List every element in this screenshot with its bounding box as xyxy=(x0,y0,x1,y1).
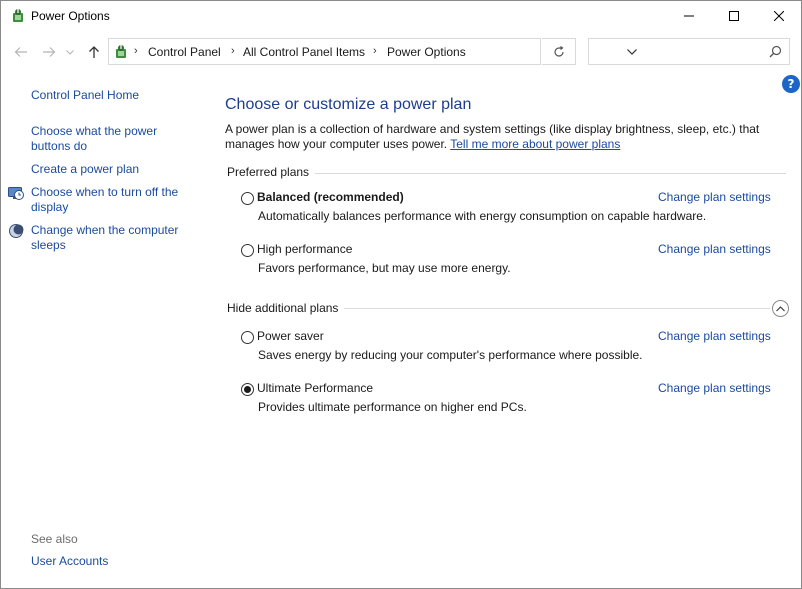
back-button[interactable] xyxy=(11,42,31,62)
sidebar-item-label: buttons do xyxy=(31,139,88,153)
refresh-button[interactable] xyxy=(542,38,576,65)
breadcrumb-power-options[interactable]: Power Options xyxy=(387,45,466,59)
power-options-window: Power Options › Control Panel › All Cont… xyxy=(0,0,802,589)
power-saver-change-settings-link[interactable]: Change plan settings xyxy=(658,329,771,343)
choose-power-buttons-link[interactable]: Choose what the power buttons do xyxy=(31,124,157,154)
forward-button[interactable] xyxy=(39,42,59,62)
control-panel-icon xyxy=(116,45,126,58)
search-icon xyxy=(769,45,782,58)
chevron-up-icon xyxy=(776,305,785,311)
close-button[interactable] xyxy=(756,1,802,31)
description-line: manages how your computer uses power. xyxy=(225,137,448,151)
high-performance-radio[interactable] xyxy=(241,244,254,257)
create-power-plan-link[interactable]: Create a power plan xyxy=(31,162,139,177)
address-bar[interactable]: › Control Panel › All Control Panel Item… xyxy=(108,38,637,65)
high-performance-plan-description: Favors performance, but may use more ene… xyxy=(258,261,511,275)
power-saver-plan-description: Saves energy by reducing your computer's… xyxy=(258,348,643,362)
ultimate-performance-plan-name[interactable]: Ultimate Performance xyxy=(257,381,373,395)
sidebar-item-label: Choose what the power xyxy=(31,124,158,138)
high-performance-plan-name[interactable]: High performance xyxy=(257,242,352,256)
navigation-bar: › Control Panel › All Control Panel Item… xyxy=(1,36,801,68)
balanced-radio[interactable] xyxy=(241,192,254,205)
sidebar-item-label: display xyxy=(31,200,69,214)
search-box[interactable] xyxy=(588,38,790,65)
ultimate-performance-radio[interactable] xyxy=(241,383,254,396)
learn-more-link[interactable]: Tell me more about power plans xyxy=(450,137,620,151)
see-also-heading: See also xyxy=(31,532,78,546)
breadcrumb-all-items[interactable]: All Control Panel Items xyxy=(243,45,365,59)
page-description: A power plan is a collection of hardware… xyxy=(225,122,785,152)
chevron-down-icon xyxy=(66,49,74,55)
power-saver-radio[interactable] xyxy=(241,331,254,344)
title-bar: Power Options xyxy=(1,1,801,32)
close-icon xyxy=(774,11,784,21)
preferred-plans-label: Preferred plans xyxy=(227,165,316,179)
sidebar-item-label: Change when the computer xyxy=(31,223,179,237)
ultimate-performance-plan-description: Provides ultimate performance on higher … xyxy=(258,400,527,414)
minimize-button[interactable] xyxy=(666,1,712,31)
ultimate-performance-change-settings-link[interactable]: Change plan settings xyxy=(658,381,771,395)
page-title: Choose or customize a power plan xyxy=(225,96,472,113)
breadcrumb-separator-icon[interactable]: › xyxy=(134,45,138,57)
back-arrow-icon xyxy=(14,47,27,57)
up-button[interactable] xyxy=(84,42,104,62)
balanced-change-settings-link[interactable]: Change plan settings xyxy=(658,190,771,204)
balanced-plan-name[interactable]: Balanced (recommended) xyxy=(257,190,404,204)
computer-sleeps-link[interactable]: Change when the computer sleeps xyxy=(31,223,178,253)
breadcrumb-separator-icon[interactable]: › xyxy=(231,45,235,57)
display-timer-icon xyxy=(8,187,24,200)
high-performance-change-settings-link[interactable]: Change plan settings xyxy=(658,242,771,256)
power-saver-plan-name[interactable]: Power saver xyxy=(257,329,324,343)
sidebar-item-label: Create a power plan xyxy=(31,162,140,176)
collapse-plans-button[interactable] xyxy=(772,300,789,317)
refresh-icon xyxy=(553,45,564,57)
control-panel-home-link[interactable]: Control Panel Home xyxy=(31,88,139,103)
breadcrumb-control-panel[interactable]: Control Panel xyxy=(148,45,221,59)
breadcrumb-separator-icon[interactable]: › xyxy=(373,45,377,57)
user-accounts-link[interactable]: User Accounts xyxy=(31,554,108,569)
power-options-app-icon xyxy=(13,9,23,22)
maximize-icon xyxy=(729,11,739,21)
minimize-icon xyxy=(684,15,694,17)
balanced-plan-description: Automatically balances performance with … xyxy=(258,209,707,223)
window-title: Power Options xyxy=(31,9,110,23)
help-icon[interactable]: ? xyxy=(782,75,800,93)
sidebar-item-label: Choose when to turn off the xyxy=(31,185,179,199)
sleep-moon-icon xyxy=(9,224,24,238)
up-arrow-icon xyxy=(89,46,99,58)
sidebar-item-label: sleeps xyxy=(31,238,66,252)
forward-arrow-icon xyxy=(43,47,56,57)
search-input[interactable] xyxy=(593,43,767,62)
maximize-button[interactable] xyxy=(711,1,757,31)
turn-off-display-link[interactable]: Choose when to turn off the display xyxy=(31,185,178,215)
recent-locations-button[interactable] xyxy=(64,42,76,62)
description-line: A power plan is a collection of hardware… xyxy=(225,122,760,136)
hide-additional-plans-label[interactable]: Hide additional plans xyxy=(227,301,345,315)
